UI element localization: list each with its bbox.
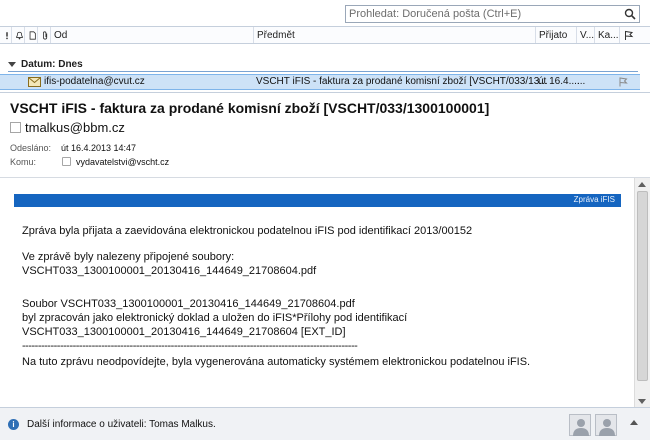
search-input[interactable] [346, 6, 616, 22]
body-line: Ve zprávě byly nalezeny připojené soubor… [22, 251, 235, 263]
person-icon [573, 419, 589, 436]
document-icon [29, 30, 36, 40]
search-bar [0, 0, 650, 26]
message-row-selected[interactable]: ifis-podatelna@cvut.cz VSCHT iFIS - fakt… [0, 74, 640, 90]
body-line: Zpráva byla přijata a zaevidována elektr… [22, 225, 473, 237]
message-list-header: Od Předmět Přijato V... Ka... [0, 26, 650, 44]
email-sender[interactable]: tmalkus@bbm.cz [10, 120, 125, 135]
ifis-banner: Zpráva iFIS [14, 194, 621, 207]
sent-label: Odesláno: [10, 143, 52, 153]
from-column[interactable]: Od [51, 27, 254, 43]
search-icon[interactable] [624, 8, 636, 20]
size-column[interactable]: V... [577, 27, 595, 43]
received-column[interactable]: Přijato [536, 27, 577, 43]
sent-value: út 16.4.2013 14:47 [61, 143, 137, 153]
flag-icon [625, 30, 634, 40]
reading-pane: VSCHT iFIS - faktura za prodané komisní … [0, 92, 650, 408]
info-icon: i [8, 419, 19, 430]
paperclip-icon [43, 30, 48, 40]
avatar[interactable] [595, 414, 617, 436]
scroll-thumb[interactable] [637, 191, 648, 381]
body-separator: ----------------------------------------… [22, 340, 358, 352]
person-icon [599, 419, 615, 436]
exclamation-icon [6, 31, 8, 39]
body-scrollbar[interactable] [634, 178, 650, 408]
contact-status-icon [10, 122, 21, 133]
to-label: Komu: [10, 157, 37, 167]
group-header-today[interactable]: Datum: Dnes [0, 57, 650, 71]
attachment-column[interactable] [38, 27, 51, 43]
scroll-down-arrow-icon[interactable] [638, 399, 646, 404]
importance-column[interactable] [0, 27, 12, 43]
sender-address[interactable]: tmalkus@bbm.cz [25, 120, 125, 135]
people-info-text[interactable]: Další informace o uživateli: Tomas Malku… [27, 419, 216, 430]
message-body [0, 177, 650, 408]
collapse-triangle-icon[interactable] [8, 61, 16, 67]
email-subject: VSCHT iFIS - faktura za prodané komisní … [10, 100, 490, 116]
body-line: Na tuto zprávu neodpovídejte, byla vygen… [22, 356, 531, 368]
icon-column[interactable] [25, 27, 38, 43]
ifis-banner-label: Zpráva iFIS [573, 195, 615, 204]
group-divider [8, 71, 638, 72]
to-value[interactable]: vydavatelstvi@vscht.cz [76, 157, 169, 167]
envelope-icon [28, 77, 41, 87]
scroll-up-arrow-icon[interactable] [638, 182, 646, 187]
people-pane: i Další informace o uživateli: Tomas Mal… [0, 407, 650, 440]
message-subject: VSCHT iFIS - faktura za prodané komisní … [256, 76, 548, 87]
reminder-column[interactable] [12, 27, 25, 43]
flag-icon[interactable] [618, 77, 628, 87]
body-line: VSCHT033_1300100001_20130416_144649_2170… [22, 265, 317, 277]
avatar[interactable] [569, 414, 591, 436]
recipient-status-icon [62, 157, 71, 166]
body-line: byl zpracován jako elektronický doklad a… [22, 312, 408, 324]
group-label: Datum: Dnes [21, 58, 83, 70]
message-date: út 16.4.... [538, 76, 580, 87]
body-line: Soubor VSCHT033_1300100001_20130416_1446… [22, 298, 355, 310]
expand-people-pane-icon[interactable] [630, 420, 638, 425]
flag-column[interactable] [620, 27, 636, 43]
message-size: ... [577, 76, 586, 87]
message-from: ifis-podatelna@cvut.cz [44, 76, 145, 87]
category-column[interactable]: Ka... [595, 27, 620, 43]
bell-icon [16, 31, 23, 39]
body-line: VSCHT033_1300100001_20130416_144649_2170… [22, 326, 346, 338]
subject-column[interactable]: Předmět [254, 27, 536, 43]
search-box[interactable] [345, 5, 640, 23]
